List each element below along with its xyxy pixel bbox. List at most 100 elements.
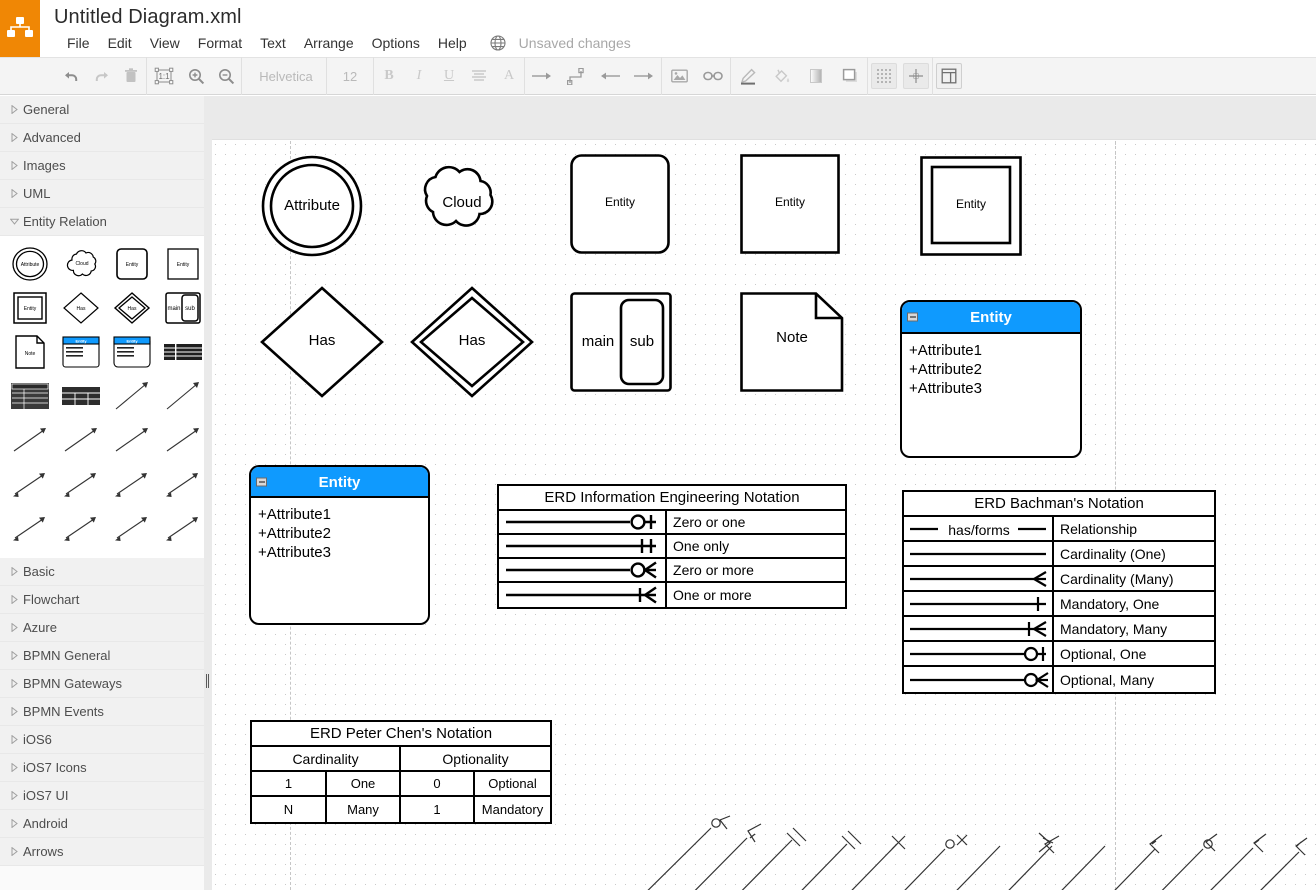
palette-edge-3[interactable] [8,420,51,460]
sidebar-section-uml[interactable]: UML [0,180,204,208]
zoom-out-icon[interactable] [211,57,241,95]
menu-arrange[interactable]: Arrange [295,35,363,51]
sidebar-section-bpmn-gateways[interactable]: BPMN Gateways [0,670,204,698]
palette-edge-6[interactable] [161,420,204,460]
menu-view[interactable]: View [141,35,189,51]
undo-icon[interactable] [56,57,86,95]
chen-notation-table[interactable]: ERD Peter Chen's Notation Cardinality Op… [250,720,552,824]
collapse-icon[interactable] [907,313,918,322]
crosshair-icon[interactable] [903,63,929,89]
palette-shape-has-double-diamond[interactable]: Has [110,288,153,328]
sidebar-section-arrows[interactable]: Arrows [0,838,204,866]
palette-edge-4[interactable] [59,420,102,460]
fill-bucket-icon[interactable] [765,57,799,95]
palette-edge-1[interactable] [110,376,153,416]
sidebar-splitter[interactable] [204,96,212,890]
palette-edge-10[interactable] [161,464,204,504]
palette-shape-cloud[interactable]: Cloud [59,244,102,284]
palette-shape-uml-entity-2[interactable]: Entity [110,332,153,372]
font-size-select[interactable]: 12 [327,57,373,95]
menu-options[interactable]: Options [363,35,429,51]
arrow-right-icon[interactable] [525,57,559,95]
palette-edge-14[interactable] [161,508,204,548]
palette-edge-7[interactable] [8,464,51,504]
app-logo[interactable] [0,0,40,57]
redo-icon[interactable] [86,57,116,95]
palette-edge-9[interactable] [110,464,153,504]
shape-has-double-diamond[interactable]: Has [410,286,534,398]
shape-entity-square[interactable]: Entity [740,154,840,254]
italic-button[interactable]: I [404,57,434,95]
uml-entity-box-right[interactable]: Entity +Attribute1 +Attribute2 +Attribut… [900,300,1082,458]
sidebar-section-ios7-icons[interactable]: iOS7 Icons [0,754,204,782]
sidebar-section-ios6[interactable]: iOS6 [0,726,204,754]
shape-note[interactable]: Note [740,292,844,392]
palette-edge-12[interactable] [59,508,102,548]
sidebar-section-general[interactable]: General [0,96,204,124]
palette-edge-8[interactable] [59,464,102,504]
font-family-select[interactable]: Helvetica [242,57,326,95]
palette-shape-entity-double[interactable]: Entity [8,288,51,328]
palette-edge-2[interactable] [161,376,204,416]
palette-shape-has-diamond[interactable]: Has [59,288,102,328]
ie-notation-table[interactable]: ERD Information Engineering Notation Zer… [497,484,847,609]
align-justify-icon[interactable] [464,57,494,95]
sidebar-section-advanced[interactable]: Advanced [0,124,204,152]
palette-shape-entity-square[interactable]: Entity [161,244,204,284]
palette-shape-table-grid[interactable] [59,376,102,416]
palette-shape-note[interactable]: Note [8,332,51,372]
diagram-canvas[interactable]: Attribute Cloud Entity Entity Entity H [212,96,1316,890]
waypoints-icon[interactable] [559,57,593,95]
sidebar-section-bpmn-general[interactable]: BPMN General [0,642,204,670]
shape-has-diamond[interactable]: Has [260,286,384,398]
bachman-notation-table[interactable]: ERD Bachman's Notation has/forms Relatio… [902,490,1216,694]
menu-file[interactable]: File [58,35,99,51]
arrow-left-icon[interactable] [593,57,627,95]
globe-icon[interactable] [476,35,515,51]
shape-attribute[interactable]: Attribute [260,154,364,258]
sidebar-section-entity-relation[interactable]: Entity Relation [0,208,204,236]
menu-text[interactable]: Text [251,35,295,51]
uml-entity-box-left[interactable]: Entity +Attribute1 +Attribute2 +Attribut… [249,465,430,625]
underline-button[interactable]: U [434,57,464,95]
font-color-button[interactable]: A [494,57,524,95]
sidebar-section-flowchart[interactable]: Flowchart [0,586,204,614]
palette-edge-5[interactable] [110,420,153,460]
palette-shape-entity-rounded[interactable]: Entity [110,244,153,284]
sidebar-section-bpmn-events[interactable]: BPMN Events [0,698,204,726]
arrow-right-icon-2[interactable] [627,57,661,95]
sidebar-section-images[interactable]: Images [0,152,204,180]
outline-icon[interactable] [833,57,867,95]
menu-help[interactable]: Help [429,35,476,51]
zoom-in-icon[interactable] [181,57,211,95]
sidebar-section-basic[interactable]: Basic [0,558,204,586]
shadow-icon[interactable] [799,57,833,95]
collapse-icon[interactable] [256,477,267,486]
zoom-reset-button[interactable]: 1:1 [147,57,181,95]
erd-edge-samples[interactable] [607,716,1307,890]
palette-shape-attribute[interactable]: Attribute [8,244,51,284]
menu-format[interactable]: Format [189,35,251,51]
palette-edge-11[interactable] [8,508,51,548]
shape-entity-rounded[interactable]: Entity [570,154,670,254]
ie-notation-label: Zero or one [667,511,845,535]
palette-shape-uml-entity-1[interactable]: Entity [59,332,102,372]
shape-entity-double[interactable]: Entity [920,156,1022,256]
menu-edit[interactable]: Edit [99,35,141,51]
palette-shape-table-list[interactable] [8,376,51,416]
sidebar-section-azure[interactable]: Azure [0,614,204,642]
shape-cloud[interactable]: Cloud [410,154,514,254]
link-icon[interactable] [696,57,730,95]
image-icon[interactable] [662,57,696,95]
sidebar-section-ios7-ui[interactable]: iOS7 UI [0,782,204,810]
palette-edge-13[interactable] [110,508,153,548]
bold-button[interactable]: B [374,57,404,95]
grid-dots-icon[interactable] [871,63,897,89]
palette-shape-main-sub[interactable]: main sub [161,288,204,328]
pen-icon[interactable] [731,57,765,95]
trash-icon[interactable] [116,57,146,95]
palette-shape-table-dark[interactable] [161,332,204,372]
shape-main-sub[interactable]: main sub [570,292,672,392]
sidebar-section-android[interactable]: Android [0,810,204,838]
format-panel-icon[interactable] [936,63,962,89]
